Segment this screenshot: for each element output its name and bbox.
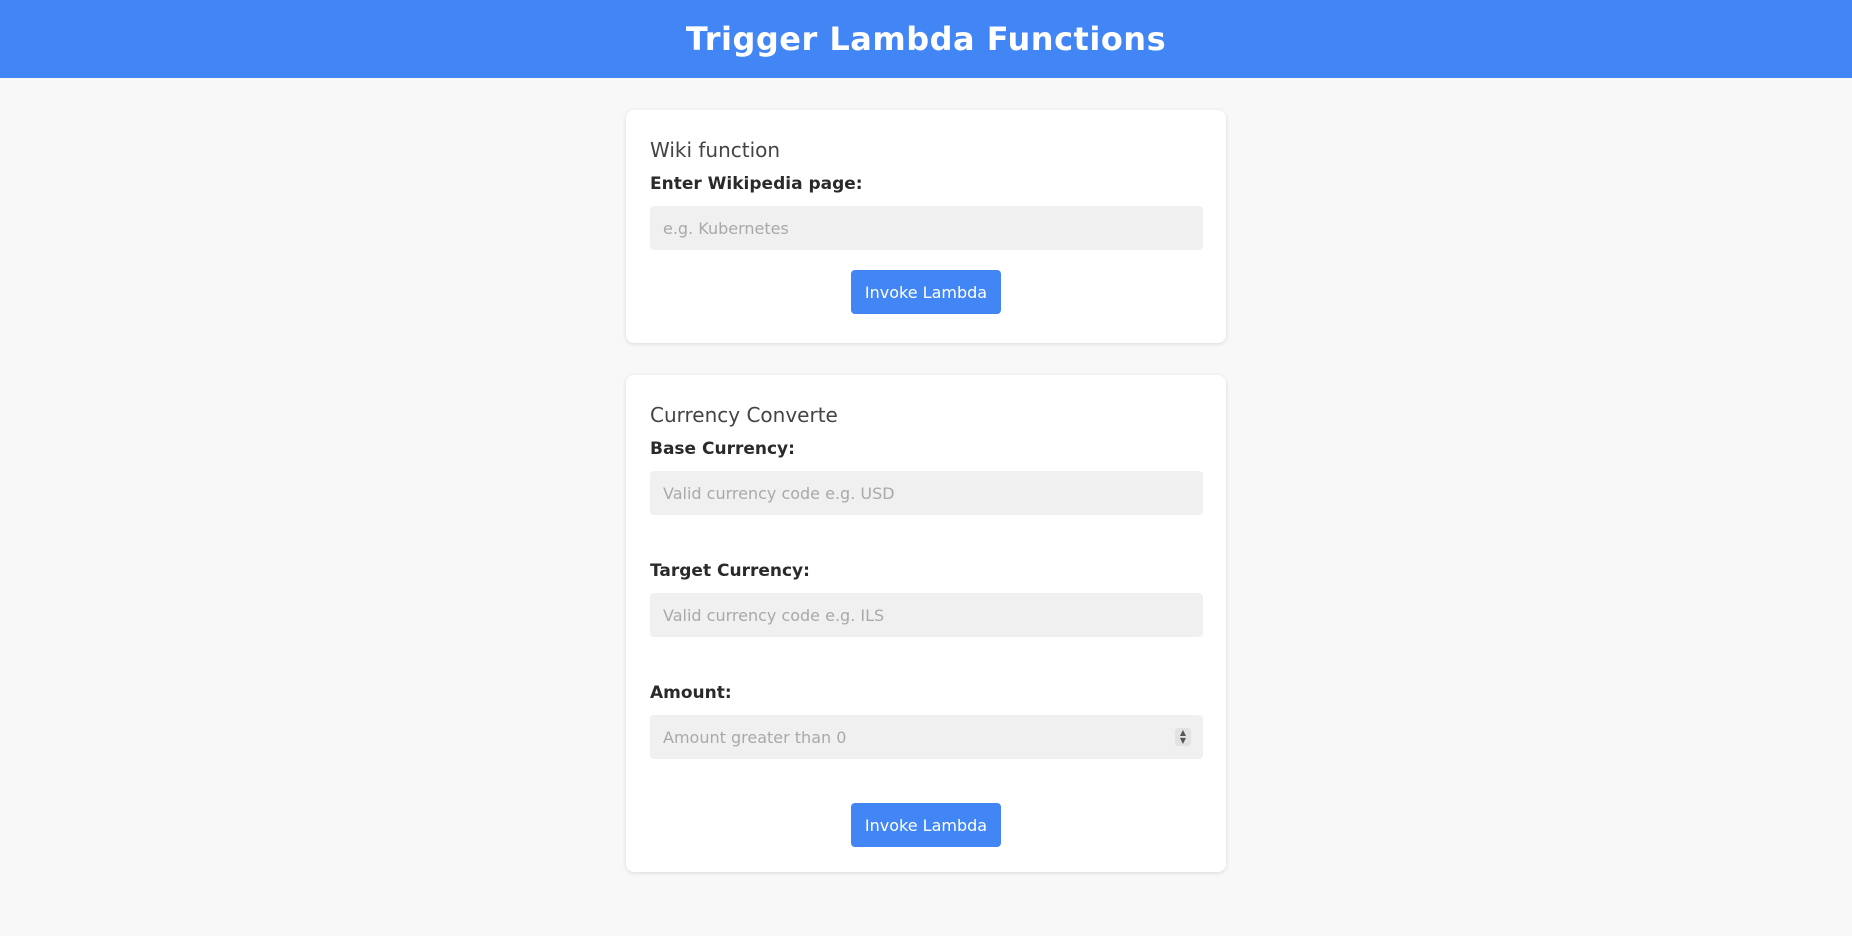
wiki-invoke-lambda-button[interactable]: Invoke Lambda: [850, 270, 1002, 314]
amount-input[interactable]: [650, 715, 1203, 759]
target-currency-label: Target Currency:: [650, 561, 810, 581]
base-currency-group: Base Currency:: [650, 439, 1203, 515]
main-content: Wiki function Enter Wikipedia page: Invo…: [626, 110, 1226, 872]
amount-group: Amount: ▲ ▼: [650, 683, 1203, 759]
target-currency-group: Target Currency:: [650, 561, 1203, 637]
amount-input-wrapper: ▲ ▼: [650, 715, 1203, 759]
chevron-down-icon[interactable]: ▼: [1180, 737, 1186, 745]
wiki-button-row: Invoke Lambda: [650, 270, 1202, 314]
currency-card-title: Currency Converte: [650, 403, 838, 427]
target-currency-input[interactable]: [650, 593, 1203, 637]
wikipedia-page-input[interactable]: [650, 206, 1203, 250]
page-header: Trigger Lambda Functions: [0, 0, 1852, 78]
currency-invoke-lambda-button[interactable]: Invoke Lambda: [850, 803, 1002, 847]
wiki-card-title: Wiki function: [650, 138, 781, 162]
currency-button-row: Invoke Lambda: [650, 803, 1202, 847]
base-currency-input[interactable]: [650, 471, 1203, 515]
wiki-function-card: Wiki function Enter Wikipedia page: Invo…: [626, 110, 1226, 343]
base-currency-label: Base Currency:: [650, 439, 795, 459]
page-title: Trigger Lambda Functions: [685, 20, 1167, 58]
amount-label: Amount:: [650, 683, 732, 703]
wikipedia-page-label: Enter Wikipedia page:: [650, 174, 863, 194]
currency-converter-card: Currency Converte Base Currency: Target …: [626, 375, 1226, 872]
amount-stepper[interactable]: ▲ ▼: [1175, 728, 1191, 746]
